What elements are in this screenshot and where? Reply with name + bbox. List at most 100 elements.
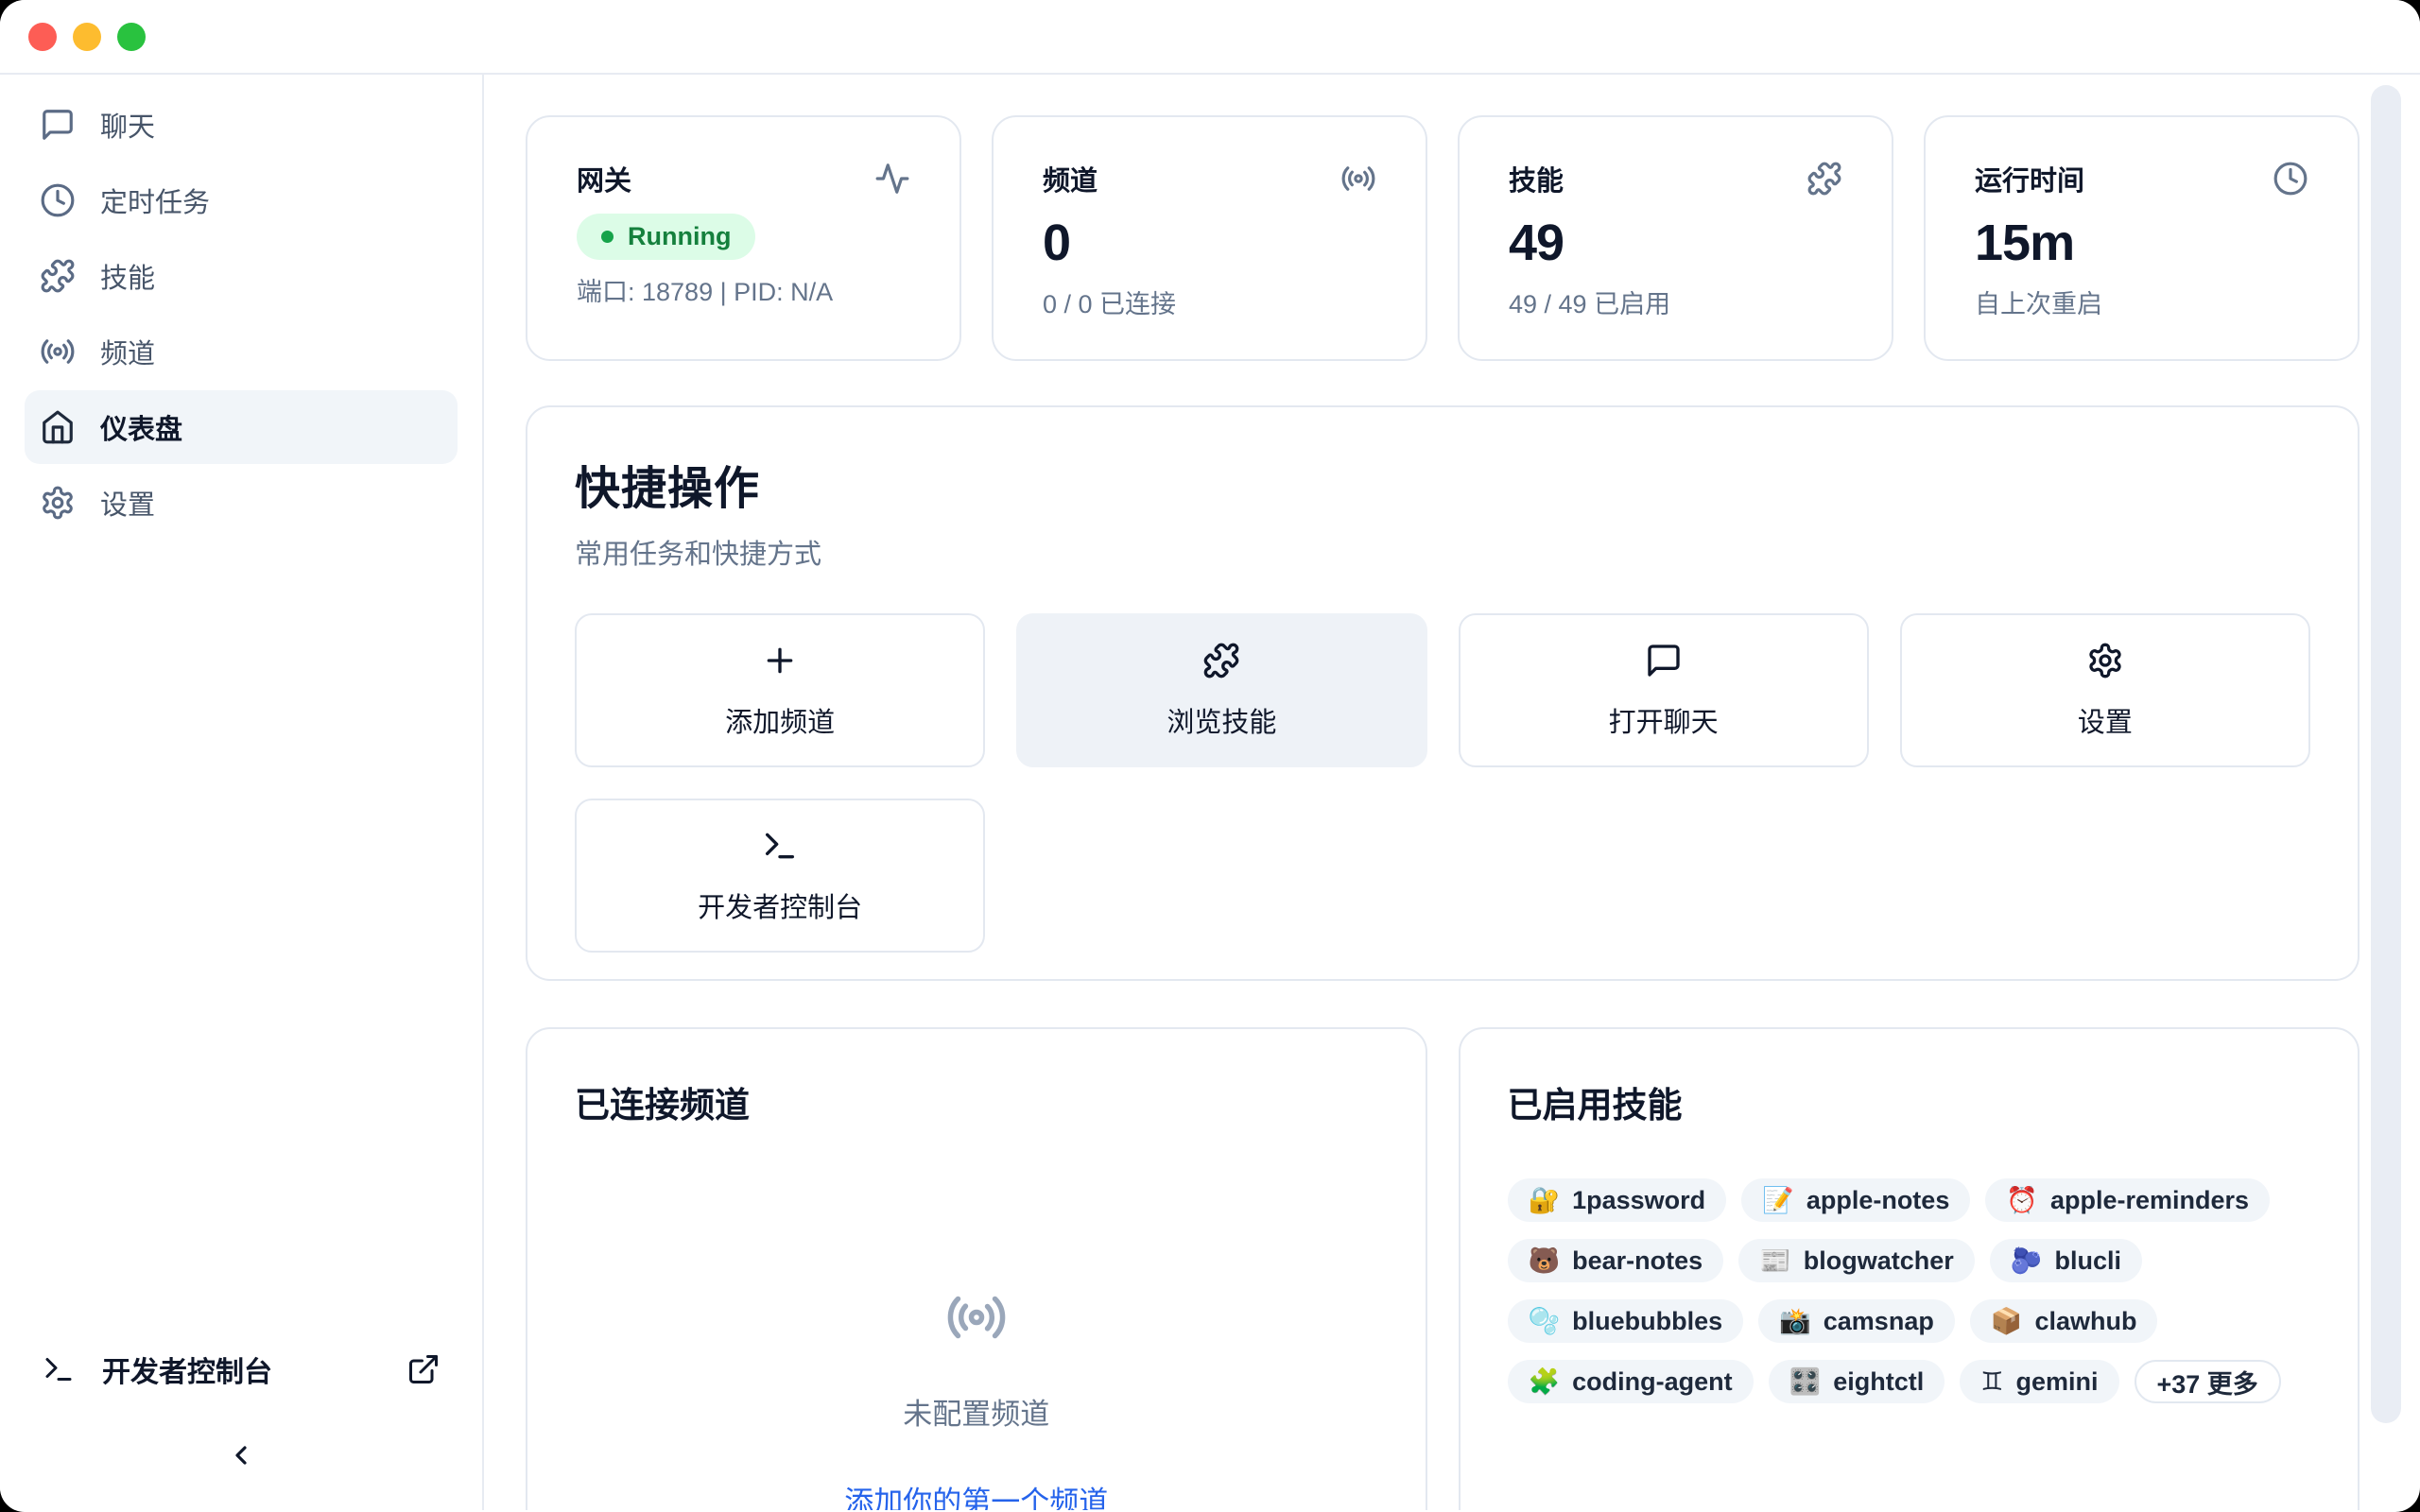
traffic-light-zoom-button[interactable]	[117, 23, 146, 51]
skill-chip: 📦 clawhub	[1970, 1299, 2158, 1343]
stat-detail: 0 / 0 已连接	[1043, 284, 1376, 320]
more-skills-chip[interactable]: +37 更多	[2135, 1360, 2281, 1403]
stat-card-gateway: 网关 Running 端口: 18789 | PID: N/A	[526, 115, 961, 361]
sidebar-item-label: 技能	[100, 256, 155, 296]
traffic-light-minimize-button[interactable]	[73, 23, 101, 51]
clock-icon	[40, 182, 76, 218]
stat-title: 运行时间	[1975, 159, 2084, 198]
stat-title: 频道	[1043, 159, 1098, 198]
message-square-icon	[40, 107, 76, 143]
chevron-left-icon	[226, 1440, 256, 1470]
skill-emoji: 📸	[1779, 1309, 1811, 1334]
gateway-status-badge: Running	[577, 214, 755, 260]
skill-chip: 📝 apple-notes	[1741, 1178, 1970, 1222]
sidebar: 聊天 定时任务 技能 频道 仪表盘 设置	[0, 75, 484, 1510]
sidebar-item-label: 聊天	[100, 105, 155, 145]
connected-channels-panel: 已连接频道 未配置频道 添加你的第一个频道	[526, 1027, 1427, 1510]
collapse-sidebar-button[interactable]	[218, 1433, 264, 1478]
bottom-panels-row: 已连接频道 未配置频道 添加你的第一个频道 已启用技能 🔐 1password 📝…	[526, 1027, 2360, 1510]
traffic-light-close-button[interactable]	[28, 23, 57, 51]
skill-chip: 📸 camsnap	[1758, 1299, 1955, 1343]
skill-name: camsnap	[1824, 1307, 1934, 1336]
terminal-icon	[42, 1352, 76, 1386]
sidebar-item-label: 仪表盘	[100, 407, 182, 447]
skill-chip: 🔐 1password	[1508, 1178, 1727, 1222]
radio-icon	[945, 1286, 1008, 1349]
skill-chip: 🎛️ eightctl	[1769, 1360, 1945, 1403]
skill-emoji: 🫐	[2011, 1248, 2043, 1274]
stat-value: 0	[1043, 214, 1376, 272]
activity-icon	[874, 161, 910, 197]
status-dot	[601, 231, 614, 243]
sidebar-item-skills[interactable]: 技能	[25, 239, 458, 313]
radio-icon	[40, 334, 76, 369]
quick-action-label: 添加频道	[725, 700, 835, 740]
skill-name: bear-notes	[1572, 1246, 1703, 1276]
sidebar-item-chat[interactable]: 聊天	[25, 88, 458, 162]
sidebar-item-dashboard[interactable]: 仪表盘	[25, 390, 458, 464]
skill-name: blucli	[2054, 1246, 2121, 1276]
skill-emoji: 📦	[1991, 1309, 2023, 1334]
sidebar-item-label: 设置	[100, 483, 155, 523]
dashboard-main: 网关 Running 端口: 18789 | PID: N/A 频道 0	[484, 75, 2420, 1510]
stat-value: 49	[1509, 214, 1842, 272]
stat-detail: 自上次重启	[1975, 284, 2308, 320]
skill-chip: 🫧bluebubbles	[1508, 1299, 1744, 1343]
status-label: Running	[628, 222, 731, 251]
skill-chip: ♊gemini	[1960, 1360, 2118, 1403]
terminal-icon	[761, 827, 799, 865]
stat-cards-row: 网关 Running 端口: 18789 | PID: N/A 频道 0	[526, 115, 2360, 361]
skill-emoji: 📰	[1759, 1248, 1791, 1274]
sidebar-dev-console[interactable]: 开发者控制台	[25, 1346, 458, 1393]
open-chat-button[interactable]: 打开聊天	[1459, 613, 1869, 767]
add-channel-button[interactable]: 添加频道	[575, 613, 985, 767]
puzzle-icon	[1202, 642, 1240, 679]
skill-chip: 🐻 bear-notes	[1508, 1239, 1724, 1282]
skill-emoji: 🐻	[1529, 1248, 1561, 1274]
enabled-skills-title: 已启用技能	[1508, 1076, 2311, 1127]
skill-chip: ⏰ apple-reminders	[1985, 1178, 2270, 1222]
quick-actions-card: 快捷操作 常用任务和快捷方式 添加频道 浏览技能 打开聊天	[526, 405, 2360, 981]
sidebar-item-scheduled-tasks[interactable]: 定时任务	[25, 163, 458, 237]
sidebar-item-settings[interactable]: 设置	[25, 466, 458, 540]
vertical-scrollbar-thumb[interactable]	[2371, 85, 2401, 1423]
quick-actions-grid: 添加频道 浏览技能 打开聊天 设置	[575, 613, 2310, 953]
skill-emoji: 🔐	[1529, 1188, 1561, 1213]
skill-name: bluebubbles	[1572, 1307, 1722, 1336]
browse-skills-button[interactable]: 浏览技能	[1016, 613, 1426, 767]
add-first-channel-link[interactable]: 添加你的第一个频道	[844, 1478, 1108, 1510]
stat-card-skills: 技能 49 49 / 49 已启用	[1458, 115, 1893, 361]
stat-detail: 49 / 49 已启用	[1509, 284, 1842, 320]
skill-chip: 📰 blogwatcher	[1738, 1239, 1975, 1282]
stat-value: 15m	[1975, 214, 2308, 272]
sidebar-item-label: 频道	[100, 332, 155, 371]
skill-emoji: 📝	[1762, 1188, 1794, 1213]
sidebar-spacer	[25, 541, 458, 1346]
app-window: 聊天 定时任务 技能 频道 仪表盘 设置	[0, 0, 2420, 1512]
sidebar-item-channels[interactable]: 频道	[25, 315, 458, 388]
channels-empty-text: 未配置频道	[903, 1390, 1049, 1433]
skill-name: apple-notes	[1806, 1186, 1950, 1215]
message-square-icon	[1645, 642, 1683, 679]
quick-action-label: 浏览技能	[1167, 700, 1276, 740]
skill-name: coding-agent	[1572, 1367, 1733, 1397]
skill-emoji: 🎛️	[1789, 1369, 1822, 1395]
settings-button[interactable]: 设置	[1900, 613, 2310, 767]
skill-name: clawhub	[2034, 1307, 2136, 1336]
clock-icon	[2273, 161, 2308, 197]
skill-name: blogwatcher	[1804, 1246, 1954, 1276]
puzzle-icon	[1806, 161, 1842, 197]
skill-chip: 🫐 blucli	[1990, 1239, 2142, 1282]
dev-console-button[interactable]: 开发者控制台	[575, 799, 985, 953]
skill-name: apple-reminders	[2050, 1186, 2249, 1215]
skill-name: 1password	[1572, 1186, 1705, 1215]
skill-emoji: ⏰	[2006, 1188, 2038, 1213]
quick-actions-subtitle: 常用任务和快捷方式	[575, 532, 2310, 572]
quick-actions-title: 快捷操作	[575, 451, 2310, 517]
sidebar-item-label: 定时任务	[100, 180, 210, 220]
skill-chip: 🧩coding-agent	[1508, 1360, 1754, 1403]
skill-name: gemini	[2015, 1367, 2098, 1397]
skill-name: eightctl	[1833, 1367, 1924, 1397]
stat-detail: 端口: 18789 | PID: N/A	[577, 271, 910, 308]
connected-channels-title: 已连接频道	[575, 1076, 1378, 1127]
